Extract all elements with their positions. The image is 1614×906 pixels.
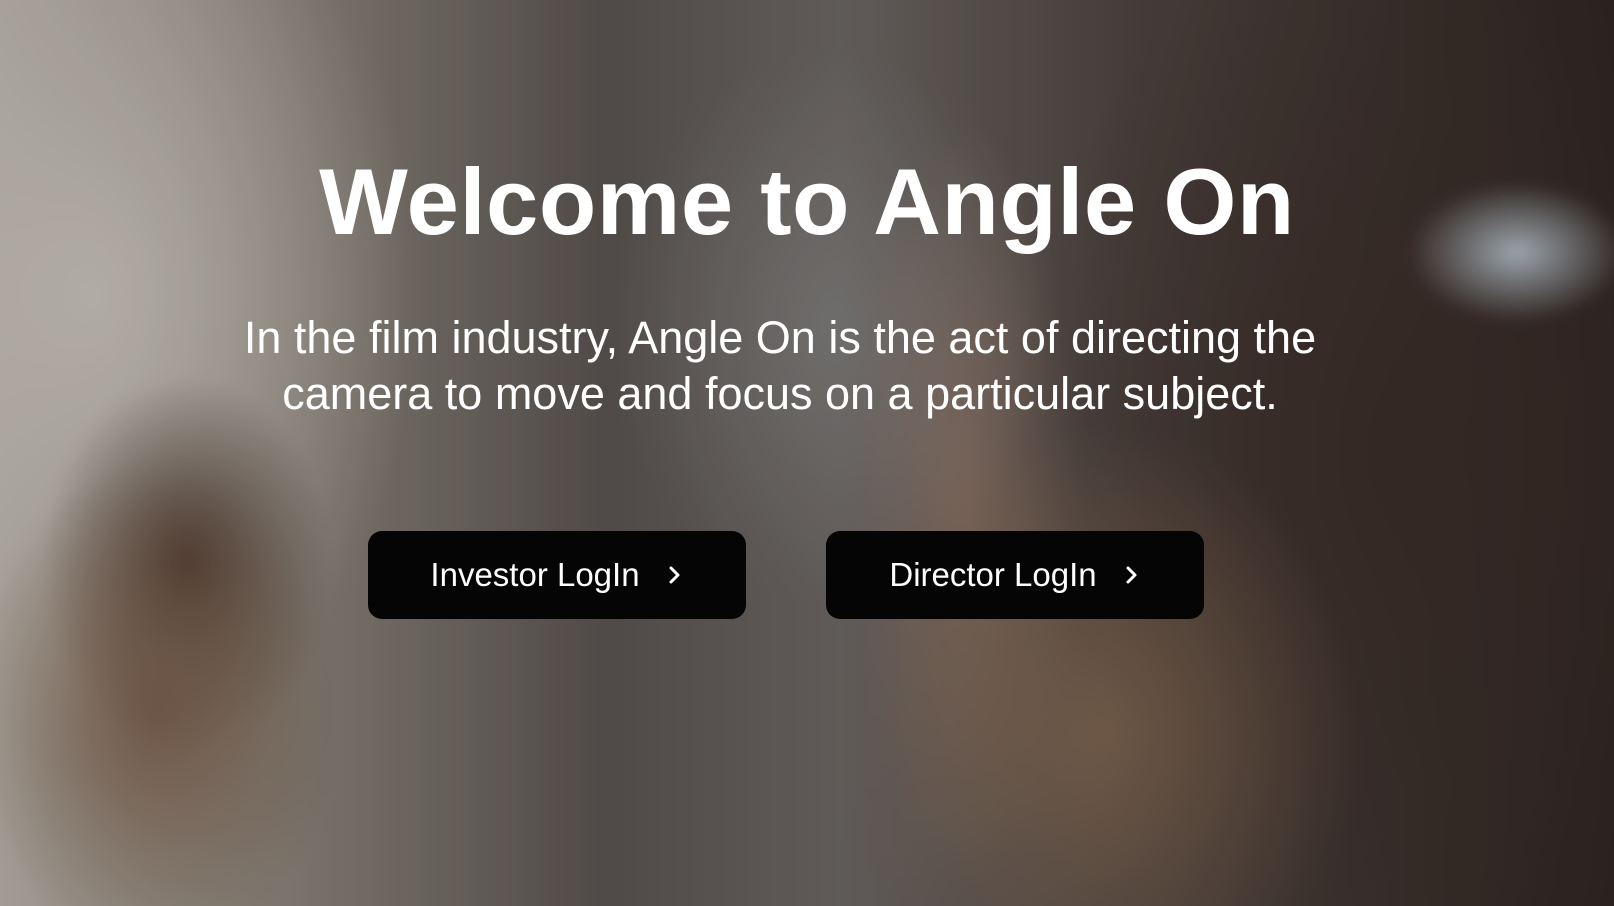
investor-login-button[interactable]: Investor LogIn [368, 531, 746, 619]
hero-subtitle: In the film industry, Angle On is the ac… [243, 312, 1317, 419]
director-login-label: Director LogIn [889, 556, 1097, 593]
chevron-right-icon [1123, 563, 1141, 587]
hero-section: Welcome to Angle On In the film industry… [0, 0, 1614, 906]
investor-login-label: Investor LogIn [430, 556, 640, 593]
director-login-button[interactable]: Director LogIn [826, 531, 1204, 619]
chevron-right-icon [666, 563, 684, 587]
page-title: Welcome to Angle On [319, 149, 1295, 254]
hero-content: Welcome to Angle On In the film industry… [0, 0, 1614, 906]
